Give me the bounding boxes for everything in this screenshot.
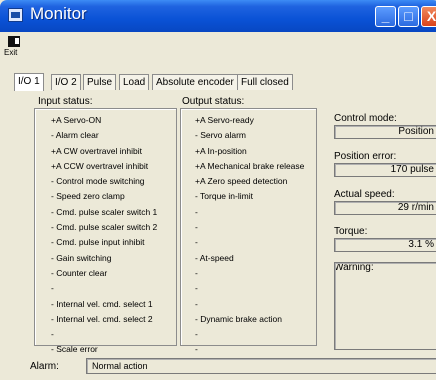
window-app-icon xyxy=(8,8,23,22)
list-item: - xyxy=(195,237,198,248)
list-item: +A CCW overtravel inhibit xyxy=(51,160,149,171)
list-item: +A Zero speed detection xyxy=(195,176,288,187)
list-item: - Dynamic brake action xyxy=(195,313,282,324)
torque-label: Torque: xyxy=(334,226,368,237)
list-item: - Alarm clear xyxy=(51,130,99,141)
minimize-button[interactable]: _ xyxy=(375,6,396,27)
tab-pulse[interactable]: Pulse xyxy=(83,74,117,90)
list-item: - Gain switching xyxy=(51,252,112,263)
position-error-value: 170 pulse xyxy=(334,163,436,177)
actual-speed-value: 29 r/min xyxy=(334,201,436,215)
list-item: - Internal vel. cmd. select 1 xyxy=(51,298,153,309)
list-item: +A Servo-ready xyxy=(195,115,254,125)
list-item: - xyxy=(195,267,198,278)
list-item: - xyxy=(195,329,198,340)
list-item: - xyxy=(195,206,198,217)
tab-load[interactable]: Load xyxy=(119,74,150,90)
position-error-label: Position error: xyxy=(334,151,397,162)
tab-io1[interactable]: I/O 1 xyxy=(14,73,44,91)
control-mode-label: Control mode: xyxy=(334,113,397,124)
tab-full-closed[interactable]: Full closed xyxy=(237,74,293,90)
alarm-label: Alarm: xyxy=(30,361,59,372)
list-item: +A Mechanical brake release xyxy=(195,160,305,171)
list-item: +A CW overtravel inhibit xyxy=(51,145,142,156)
list-item: - xyxy=(195,222,198,233)
toolbar: Exit xyxy=(0,32,436,62)
alarm-field: Normal action xyxy=(86,358,436,374)
list-item: - Cmd. pulse scaler switch 1 xyxy=(51,206,158,217)
warning-box xyxy=(334,262,436,350)
output-status-label: Output status: xyxy=(182,96,245,107)
monitor-window: Monitor _ □ X Exit I/O 1 I/O 2 Pulse Loa… xyxy=(0,0,436,380)
list-item: +A Servo-ON xyxy=(51,115,102,125)
list-item: - Speed zero clamp xyxy=(51,191,125,202)
list-item: - At-speed xyxy=(195,252,234,263)
exit-button[interactable]: Exit xyxy=(4,35,24,61)
list-item: +A In-position xyxy=(195,145,247,156)
list-item: - Counter clear xyxy=(51,267,108,278)
list-item: - Cmd. pulse input inhibit xyxy=(51,237,145,248)
list-item: - xyxy=(195,344,198,355)
title-bar[interactable]: Monitor _ □ X xyxy=(0,0,436,32)
close-button[interactable]: X xyxy=(421,6,436,27)
torque-value: 3.1 % xyxy=(334,238,436,252)
list-item: - xyxy=(51,283,54,294)
list-item: - Servo alarm xyxy=(195,130,247,141)
output-status-list: +A Servo-ready - Servo alarm +A In-posit… xyxy=(195,113,304,358)
list-item: - Torque in-limit xyxy=(195,191,253,202)
tab-absolute-encoder[interactable]: Absolute encoder xyxy=(152,74,238,90)
list-item: - Cmd. pulse scaler switch 2 xyxy=(51,222,158,233)
list-item: - xyxy=(51,329,54,340)
list-item: - xyxy=(195,298,198,309)
control-mode-value: Position xyxy=(334,125,436,139)
maximize-button[interactable]: □ xyxy=(398,6,419,27)
list-item: - Scale error xyxy=(51,344,98,355)
list-item: - Internal vel. cmd. select 2 xyxy=(51,313,153,324)
exit-door-icon xyxy=(8,36,20,47)
actual-speed-label: Actual speed: xyxy=(334,189,395,200)
input-status-list: +A Servo-ON - Alarm clear +A CW overtrav… xyxy=(51,113,157,358)
list-item: - Control mode switching xyxy=(51,176,145,187)
exit-label: Exit xyxy=(4,48,18,57)
input-status-label: Input status: xyxy=(38,96,93,107)
window-title: Monitor xyxy=(30,4,87,23)
tab-io2[interactable]: I/O 2 xyxy=(51,74,81,90)
list-item: - xyxy=(195,283,198,294)
